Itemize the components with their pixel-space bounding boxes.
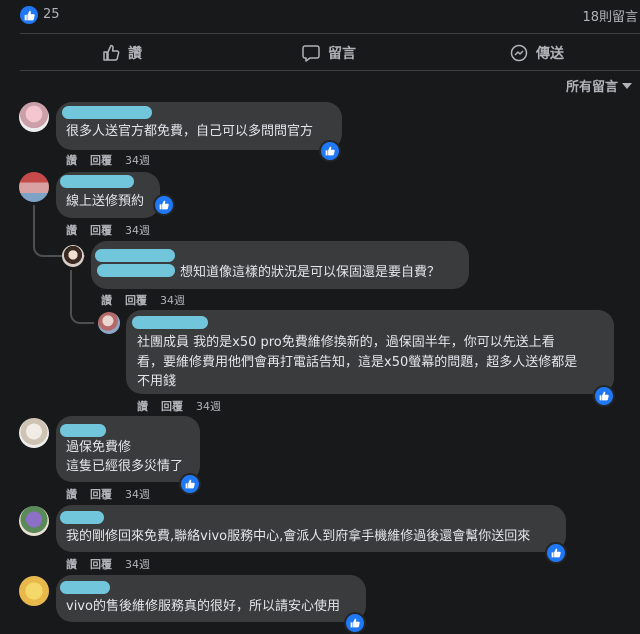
- like-link[interactable]: 讚: [66, 222, 77, 238]
- like-link[interactable]: 讚: [101, 292, 112, 308]
- like-link[interactable]: 讚: [137, 398, 148, 414]
- comment-actions: 讚 回覆 34週: [66, 486, 150, 502]
- messenger-icon: [510, 44, 528, 62]
- like-count[interactable]: 25: [43, 7, 60, 22]
- reply-link[interactable]: 回覆: [161, 398, 183, 414]
- reply-link[interactable]: 回覆: [90, 486, 112, 502]
- timestamp[interactable]: 34週: [125, 152, 150, 168]
- thumbs-up-icon: [103, 44, 120, 61]
- divider-actions: [20, 70, 640, 71]
- reply-link[interactable]: 回覆: [90, 556, 112, 572]
- commenter-avatar[interactable]: [62, 245, 84, 267]
- like-reaction-icon[interactable]: [153, 194, 175, 216]
- like-link[interactable]: 讚: [66, 556, 77, 572]
- commenter-avatar[interactable]: [98, 312, 120, 334]
- redacted-name: [97, 264, 175, 277]
- comment-text: 很多人送官方都免費，自己可以多問問官方: [66, 124, 314, 139]
- divider-top: [20, 33, 640, 34]
- timestamp[interactable]: 34週: [125, 486, 150, 502]
- like-reaction-icon[interactable]: [545, 542, 567, 564]
- like-button[interactable]: 讚: [102, 42, 142, 64]
- commenter-avatar[interactable]: [19, 418, 49, 448]
- comment-count[interactable]: 18則留言: [582, 6, 638, 25]
- like-link[interactable]: 讚: [66, 486, 77, 502]
- comment-sort-dropdown[interactable]: 所有留言: [566, 76, 632, 95]
- thread-line: [70, 270, 94, 324]
- comment-button-label: 留言: [328, 46, 356, 62]
- like-link[interactable]: 讚: [66, 152, 77, 168]
- comment-actions: 讚 回覆 34週: [66, 556, 150, 572]
- speech-bubble-icon: [302, 45, 320, 62]
- comment-text: 社團成員 我的是x50 pro免費維修換新的，過保固半年，你可以先送上看: [137, 335, 555, 350]
- reply-link[interactable]: 回覆: [90, 152, 112, 168]
- comment-text: 過保免費修: [66, 440, 132, 455]
- reaction-summary-bar: 25 18則留言: [0, 0, 640, 30]
- timestamp[interactable]: 34週: [196, 398, 221, 414]
- comment-actions: 讚 回覆 34週: [66, 152, 150, 168]
- like-button-label: 讚: [128, 46, 142, 62]
- share-button[interactable]: 傳送: [510, 42, 564, 64]
- like-reaction-icon[interactable]: [319, 140, 341, 162]
- commenter-avatar[interactable]: [19, 102, 49, 132]
- comment-actions: 讚 回覆 34週: [66, 222, 150, 238]
- comment-text: 不用錢: [137, 374, 177, 389]
- redacted-name: [60, 424, 106, 437]
- comment-text: 我的剛修回來免費,聯絡vivo服務中心,會派人到府拿手機維修過後還會幫你送回來: [66, 529, 531, 544]
- redacted-name: [60, 581, 110, 594]
- comment-text: vivo的售後維修服務真的很好，所以請安心使用: [66, 599, 340, 614]
- redacted-name: [132, 316, 208, 329]
- timestamp[interactable]: 34週: [160, 292, 185, 308]
- comment-text: 想知道像這樣的狀況是可以保固還是要自費？: [180, 265, 441, 280]
- commenter-avatar[interactable]: [19, 576, 49, 606]
- comment-text: 看，要維修費用他們會再打電話告知，這是x50螢幕的問題，超多人送修都是: [137, 355, 578, 370]
- timestamp[interactable]: 34週: [125, 222, 150, 238]
- like-reaction-icon[interactable]: [593, 385, 615, 407]
- share-button-label: 傳送: [536, 46, 564, 62]
- comment-actions: 讚 回覆 34週: [137, 398, 221, 414]
- like-reaction-icon[interactable]: [20, 6, 38, 24]
- redacted-name: [95, 249, 175, 262]
- comment-button[interactable]: 留言: [302, 42, 356, 64]
- timestamp[interactable]: 34週: [125, 556, 150, 572]
- reply-link[interactable]: 回覆: [90, 222, 112, 238]
- commenter-avatar[interactable]: [19, 172, 49, 202]
- comment-actions: 讚 回覆 34週: [101, 292, 185, 308]
- comment-text: 線上送修預約: [66, 194, 145, 209]
- like-reaction-icon[interactable]: [179, 473, 201, 495]
- sort-label: 所有留言: [565, 80, 618, 95]
- comment-text: 這隻已經很多災情了: [66, 459, 184, 474]
- redacted-name: [62, 106, 152, 119]
- like-reaction-icon[interactable]: [344, 612, 366, 634]
- redacted-name: [60, 511, 104, 524]
- reply-link[interactable]: 回覆: [125, 292, 147, 308]
- redacted-name: [60, 175, 134, 188]
- commenter-avatar[interactable]: [19, 506, 49, 536]
- caret-down-icon: [622, 82, 632, 89]
